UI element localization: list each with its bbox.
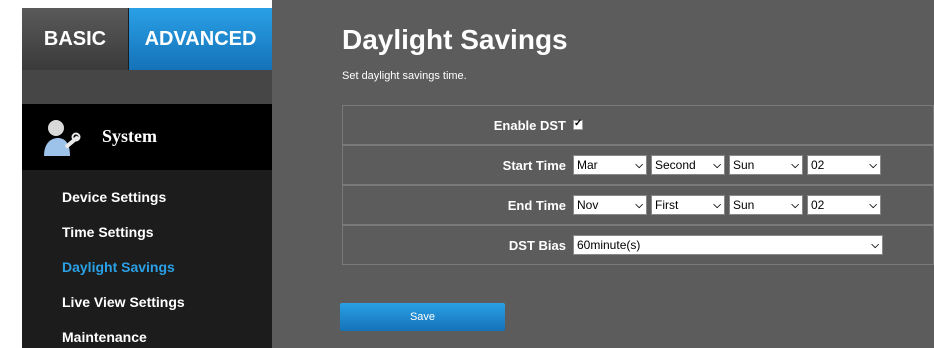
page-subtitle: Set daylight savings time. — [342, 70, 467, 82]
sidebar-band — [22, 70, 272, 104]
section-label: System — [102, 126, 157, 146]
start-week-select[interactable]: Second ⌵ — [651, 155, 725, 175]
start-day-select[interactable]: Sun ⌵ — [729, 155, 803, 175]
chevron-down-icon: ⌵ — [635, 199, 643, 211]
tab-basic[interactable]: BASIC — [22, 8, 128, 70]
sidebar-item-time-settings[interactable]: Time Settings — [22, 215, 272, 250]
end-month-select[interactable]: Nov ⌵ — [573, 195, 647, 215]
start-month-select[interactable]: Mar ⌵ — [573, 155, 647, 175]
end-day-select[interactable]: Sun ⌵ — [729, 195, 803, 215]
start-time-label: Start Time — [502, 157, 566, 173]
row-start-time: Start Time Mar ⌵ Second ⌵ Sun ⌵ 02 ⌵ — [342, 145, 934, 185]
start-day-value: Sun — [733, 158, 755, 172]
page-title: Daylight Savings — [342, 24, 568, 55]
enable-dst-label: Enable DST — [493, 117, 566, 133]
chevron-down-icon: ⌵ — [713, 159, 721, 171]
sidebar-item-device-settings[interactable]: Device Settings — [22, 180, 272, 215]
end-day-value: Sun — [733, 198, 755, 212]
chevron-down-icon: ⌵ — [871, 239, 879, 251]
dst-bias-select[interactable]: 60minute(s) ⌵ — [573, 235, 883, 255]
end-week-value: First — [655, 198, 679, 212]
tab-advanced[interactable]: ADVANCED — [129, 8, 272, 70]
dst-form: Enable DST Start Time Mar ⌵ Second ⌵ Sun… — [342, 105, 934, 265]
start-week-value: Second — [655, 158, 696, 172]
dst-bias-label: DST Bias — [508, 237, 566, 253]
end-time-label: End Time — [507, 197, 566, 213]
chevron-down-icon: ⌵ — [791, 199, 799, 211]
sidebar-item-maintenance[interactable]: Maintenance — [22, 320, 272, 348]
chevron-down-icon: ⌵ — [869, 199, 877, 211]
end-week-select[interactable]: First ⌵ — [651, 195, 725, 215]
row-dst-bias: DST Bias 60minute(s) ⌵ — [342, 225, 934, 265]
wrench-user-icon — [44, 120, 81, 156]
start-hour-value: 02 — [811, 158, 825, 172]
row-enable-dst: Enable DST — [342, 105, 934, 145]
chevron-down-icon: ⌵ — [635, 159, 643, 171]
save-button[interactable]: Save — [340, 303, 505, 331]
chevron-down-icon: ⌵ — [791, 159, 799, 171]
end-hour-value: 02 — [811, 198, 825, 212]
chevron-down-icon: ⌵ — [713, 199, 721, 211]
sidebar-item-live-view-settings[interactable]: Live View Settings — [22, 285, 272, 320]
enable-dst-checkbox[interactable] — [573, 118, 583, 130]
sidebar-menu: Device Settings Time Settings Daylight S… — [22, 180, 272, 348]
end-hour-select[interactable]: 02 ⌵ — [807, 195, 881, 215]
start-month-value: Mar — [577, 158, 598, 172]
dst-bias-value: 60minute(s) — [577, 238, 641, 252]
row-end-time: End Time Nov ⌵ First ⌵ Sun ⌵ 02 ⌵ — [342, 185, 934, 225]
sidebar-item-daylight-savings[interactable]: Daylight Savings — [22, 250, 272, 285]
sidebar: BASIC ADVANCED System Device Settings Ti… — [22, 8, 272, 348]
end-month-value: Nov — [577, 198, 599, 212]
main-panel: Daylight Savings Set daylight savings ti… — [272, 0, 934, 348]
mode-tabs: BASIC ADVANCED — [22, 8, 272, 70]
section-system[interactable]: System — [22, 104, 272, 170]
start-hour-select[interactable]: 02 ⌵ — [807, 155, 881, 175]
chevron-down-icon: ⌵ — [869, 159, 877, 171]
